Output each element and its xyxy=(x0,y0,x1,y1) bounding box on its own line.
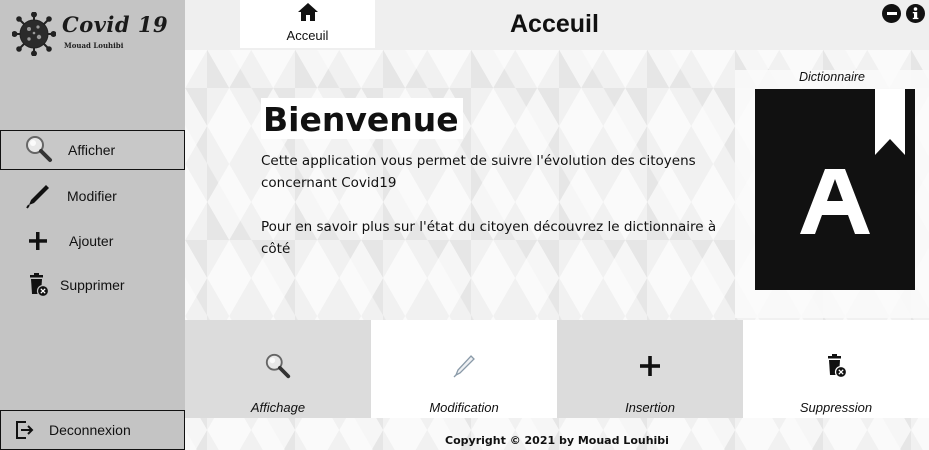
sidebar-item-ajouter[interactable]: Ajouter xyxy=(0,221,185,261)
sidebar-item-afficher[interactable]: Afficher xyxy=(0,130,185,170)
app-author: Mouad Louhibi xyxy=(64,41,124,50)
card-label: Affichage xyxy=(250,400,306,415)
card-insertion[interactable]: Insertion xyxy=(557,320,743,418)
dictionary-panel: Dictionnaire A xyxy=(735,70,929,318)
plus-icon xyxy=(22,227,54,255)
dictionary-label: Dictionnaire xyxy=(798,70,865,84)
home-icon xyxy=(297,2,319,27)
sidebar: Covid 19 Mouad Louhibi Afficher Modifier xyxy=(0,0,185,450)
minimize-icon xyxy=(886,12,897,15)
magnifier-icon xyxy=(185,350,371,382)
welcome-paragraph: Cette application vous permet de suivre … xyxy=(261,153,696,191)
card-affichage[interactable]: Affichage xyxy=(185,320,371,418)
welcome-paragraph: Pour en savoir plus sur l'état du citoye… xyxy=(261,219,717,257)
virus-icon xyxy=(12,12,56,56)
sidebar-item-label: Afficher xyxy=(68,142,116,158)
sidebar-item-supprimer[interactable]: Supprimer xyxy=(0,265,185,305)
app-title: Covid 19 xyxy=(62,12,169,37)
pen-icon xyxy=(22,182,54,210)
info-button[interactable] xyxy=(906,4,925,23)
plus-icon xyxy=(557,350,743,382)
logout-button[interactable]: Deconnexion xyxy=(0,410,185,450)
footer-copyright: Copyright © 2021 by Mouad Louhibi xyxy=(445,434,669,447)
page-title: Acceuil xyxy=(510,10,599,38)
sidebar-item-label: Supprimer xyxy=(60,277,125,293)
info-icon xyxy=(912,7,919,20)
pen-icon xyxy=(371,350,557,382)
top-header: Acceuil Acceuil xyxy=(185,0,929,50)
magnifier-icon xyxy=(23,135,55,163)
logout-label: Deconnexion xyxy=(49,422,131,438)
brand-logo: Covid 19 Mouad Louhibi xyxy=(10,10,180,56)
welcome-heading: Bienvenue xyxy=(261,98,463,139)
sidebar-item-modifier[interactable]: Modifier xyxy=(0,176,185,216)
card-suppression[interactable]: Suppression xyxy=(743,320,929,418)
welcome-text: Cette application vous permet de suivre … xyxy=(261,150,721,282)
card-label: Modification xyxy=(429,400,499,415)
dictionary-book-icon[interactable]: A xyxy=(755,87,915,290)
sidebar-item-label: Ajouter xyxy=(69,233,114,249)
trash-delete-icon xyxy=(22,271,54,299)
tab-label: Acceuil xyxy=(286,28,329,43)
card-label: Suppression xyxy=(799,400,873,415)
tab-acceuil[interactable]: Acceuil xyxy=(240,0,375,48)
logout-icon xyxy=(13,419,35,446)
trash-delete-icon xyxy=(743,350,929,382)
card-label: Insertion xyxy=(625,400,675,415)
sidebar-item-label: Modifier xyxy=(67,188,117,204)
card-modification[interactable]: Modification xyxy=(371,320,557,418)
minimize-button[interactable] xyxy=(882,4,901,23)
